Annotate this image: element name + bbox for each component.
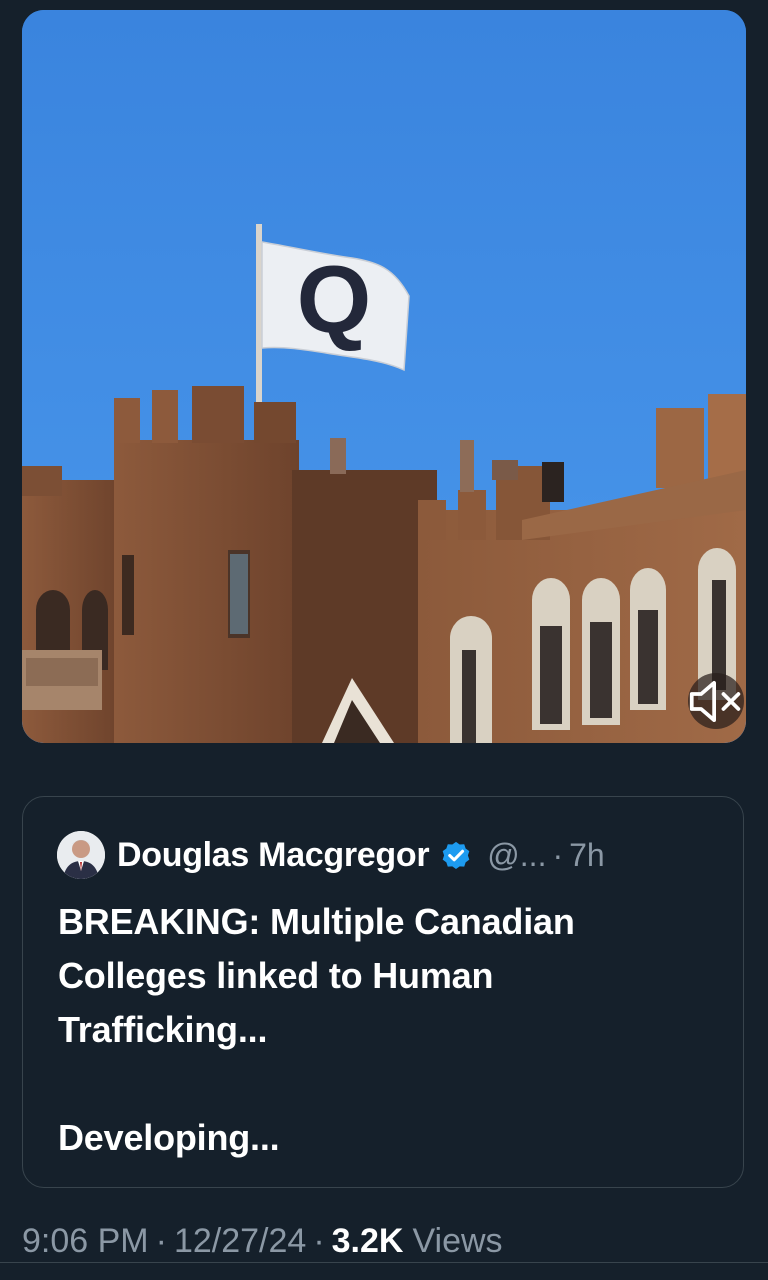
tweet-video[interactable]: Q (22, 10, 746, 743)
avatar[interactable] (57, 831, 105, 879)
speaker-muted-icon (689, 680, 741, 722)
quoted-post-text: BREAKING: Multiple Canadian Colleges lin… (58, 895, 708, 1165)
views-label: Views (412, 1222, 503, 1260)
views-count[interactable]: 3.2K (332, 1222, 404, 1261)
post-time[interactable]: 9:06 PM (22, 1222, 149, 1261)
meta-separator: · (155, 1222, 167, 1260)
divider (0, 1262, 768, 1263)
flag-letter: Q (297, 246, 372, 353)
post-time-ago[interactable]: 7h (569, 837, 605, 874)
post-date[interactable]: 12/27/24 (174, 1222, 306, 1261)
mute-button[interactable] (688, 673, 744, 729)
quoted-post-line-2: Developing... (58, 1117, 280, 1158)
avatar-image (57, 831, 105, 879)
author-handle[interactable]: @... (487, 837, 546, 874)
header-separator: · (552, 836, 564, 873)
quoted-post-line-1: BREAKING: Multiple Canadian Colleges lin… (58, 901, 575, 1050)
verified-badge-icon (442, 841, 470, 870)
author-name[interactable]: Douglas Macgregor (117, 836, 430, 875)
tweet-detail: Q Douglas Macgregor @... · 7h BREAKING: … (0, 0, 768, 1280)
quoted-post-header: Douglas Macgregor @... · 7h (57, 831, 605, 879)
quoted-post[interactable]: Douglas Macgregor @... · 7h BREAKING: Mu… (22, 796, 744, 1188)
video-frame: Q (22, 10, 746, 743)
meta-separator: · (313, 1222, 325, 1260)
post-meta: 9:06 PM · 12/27/24 · 3.2K Views (22, 1222, 503, 1261)
